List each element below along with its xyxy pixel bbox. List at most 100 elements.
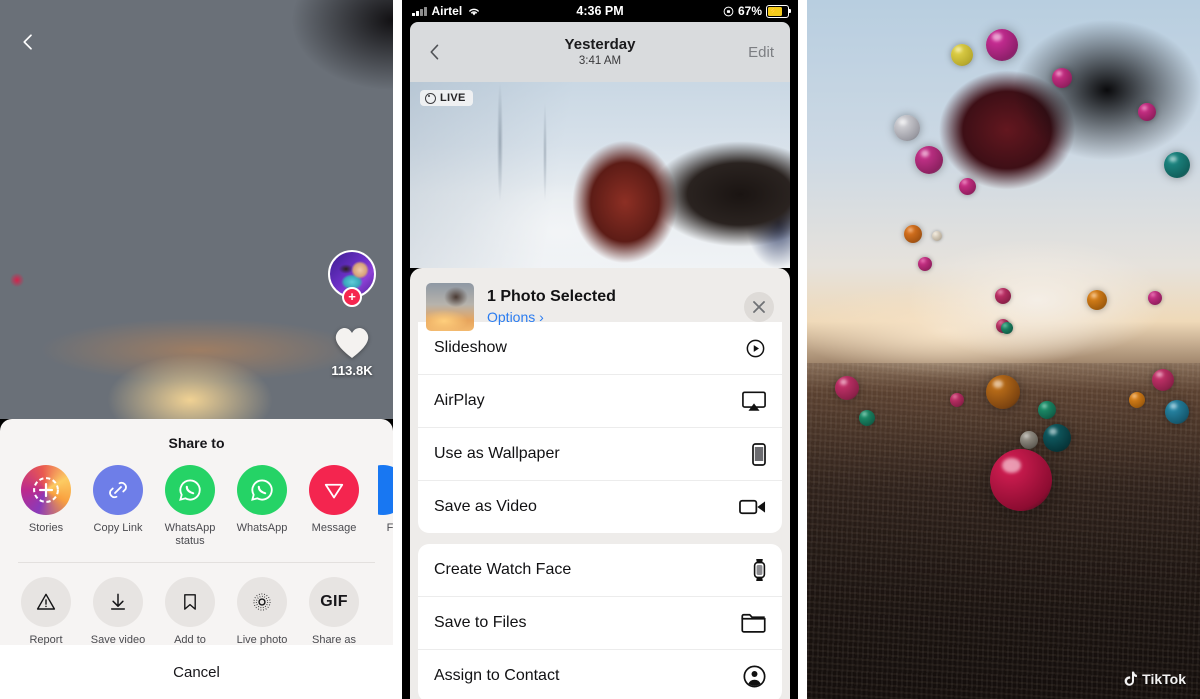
creator-avatar-button[interactable]: + [328,250,376,307]
chevron-left-icon [430,44,439,60]
ornament-orb [1165,400,1189,424]
ornament-orb [918,257,932,271]
ios-share-sheet: 1 Photo Selected Options › Slideshow Air… [410,268,790,699]
ornament-orb [894,115,920,141]
photo-preview[interactable]: LIVE [410,82,790,268]
live-badge[interactable]: LIVE [420,90,473,106]
ornament-orb [1038,401,1056,419]
photos-navbar: Yesterday 3:41 AM Edit [410,22,790,82]
share-target-label: Message [311,522,357,534]
edit-button[interactable]: Edit [748,44,774,61]
folder-icon [738,613,766,633]
video-camera-icon [738,498,766,516]
navbar-title-block: Yesterday 3:41 AM [410,36,790,69]
cancel-button[interactable]: Cancel [0,645,393,699]
share-target-whatsapp-status[interactable]: WhatsApp status [162,465,218,548]
ornament-orb [986,375,1020,409]
gif-label: GIF [320,593,348,610]
ornament-orb [950,393,964,407]
share-sheet: Share to Stories Copy Link WhatsApp stat… [0,419,393,699]
gif-icon: GIF [309,577,359,627]
action-label: Use as Wallpaper [434,445,560,462]
share-target-label: Stories [28,522,64,534]
share-target-message[interactable]: Message [306,465,362,535]
watermark-label: TikTok [1142,671,1186,687]
tiktok-note-icon [1124,671,1138,686]
apple-watch-icon [738,558,766,582]
warning-triangle-icon [21,577,71,627]
action-row-save-to-files[interactable]: Save to Files [418,597,782,650]
like-button[interactable] [332,324,372,360]
chevron-left-icon [23,34,32,50]
paper-plane-icon [309,465,359,515]
ornament-orb [1148,291,1162,305]
whatsapp-icon [237,465,287,515]
follow-button[interactable]: + [342,287,362,307]
panel-ios-photos-share: Airtel 4:36 PM 67% ⚡ Yesterday 3:41 AM E… [402,0,798,699]
share-action-group-2: Create Watch Face Save to Files Assign t… [418,544,782,699]
options-link[interactable]: Options › [487,308,616,327]
ornament-orb [1152,369,1174,391]
ornament-orb [1020,431,1038,449]
rotation-lock-icon [723,6,734,16]
action-label: Assign to Contact [434,667,560,684]
action-row-create-watch-face[interactable]: Create Watch Face [418,544,782,597]
share-sheet-title: Share to [168,435,225,451]
ornament-orb [1001,322,1013,334]
ornament-orb [1129,392,1145,408]
share-target-label: Fa [386,522,393,534]
cancel-label: Cancel [173,663,220,681]
navbar-back-button[interactable] [424,41,446,63]
low-power-bolt-icon: ⚡ [769,8,778,15]
selection-title: 1 Photo Selected [487,288,616,305]
share-target-stories[interactable]: Stories [18,465,74,535]
action-row-airplay[interactable]: AirPlay [418,375,782,428]
share-sheet-header: 1 Photo Selected Options › [410,268,790,346]
share-action-group-1: Slideshow AirPlay Use as Wallpaper Save … [418,322,782,533]
whatsapp-icon [165,465,215,515]
action-label: Save to Files [434,614,527,631]
ornament-orb [958,177,976,195]
comparison-screenshot: + 113.8K Share to Stories Copy Link What… [0,0,1200,699]
panel-tiktok-share: + 113.8K Share to Stories Copy Link What… [0,0,393,699]
tiktok-watermark: TikTok [1123,671,1186,687]
back-button[interactable] [14,28,42,56]
ornament-orb [1087,290,1107,310]
ornament-orb [932,231,942,241]
iphone-icon [738,442,766,466]
ornament-orb [915,146,943,174]
close-button[interactable] [744,292,774,322]
like-count: 113.8K [331,363,373,378]
heart-icon [335,328,369,358]
ornament-orb [835,376,859,400]
ornament-orb [859,410,875,426]
share-target-label: Copy Link [93,522,143,534]
share-target-facebook[interactable]: Fa [378,465,393,535]
ornament-orb [990,449,1052,511]
airplay-icon [738,390,766,412]
live-photo-icon [425,92,436,104]
battery-low-power-icon: ⚡ [766,4,792,18]
person-circle-icon [738,664,766,688]
ornament-orb [951,44,973,66]
action-row-assign-to-contact[interactable]: Assign to Contact [418,650,782,699]
ornament-orb [995,288,1011,304]
close-icon [753,301,765,313]
instagram-stories-icon [21,465,71,515]
share-target-whatsapp[interactable]: WhatsApp [234,465,290,535]
video-dark-corner [273,0,393,120]
live-badge-label: LIVE [440,92,466,104]
status-bar: Airtel 4:36 PM 67% ⚡ [402,0,798,22]
ornament-orb [904,225,922,243]
share-target-copy-link[interactable]: Copy Link [90,465,146,535]
status-bar-right: 67% ⚡ [723,4,792,18]
action-row-use-as-wallpaper[interactable]: Use as Wallpaper [418,428,782,481]
link-icon [93,465,143,515]
action-label: Create Watch Face [434,561,572,578]
selected-photo-thumbnail[interactable] [426,283,474,331]
video-action-rail: + 113.8K [323,250,381,378]
live-photo-icon [237,577,287,627]
action-row-save-as-video[interactable]: Save as Video [418,481,782,533]
ornament-orb [1138,103,1156,121]
ornament-orb [1052,68,1072,88]
